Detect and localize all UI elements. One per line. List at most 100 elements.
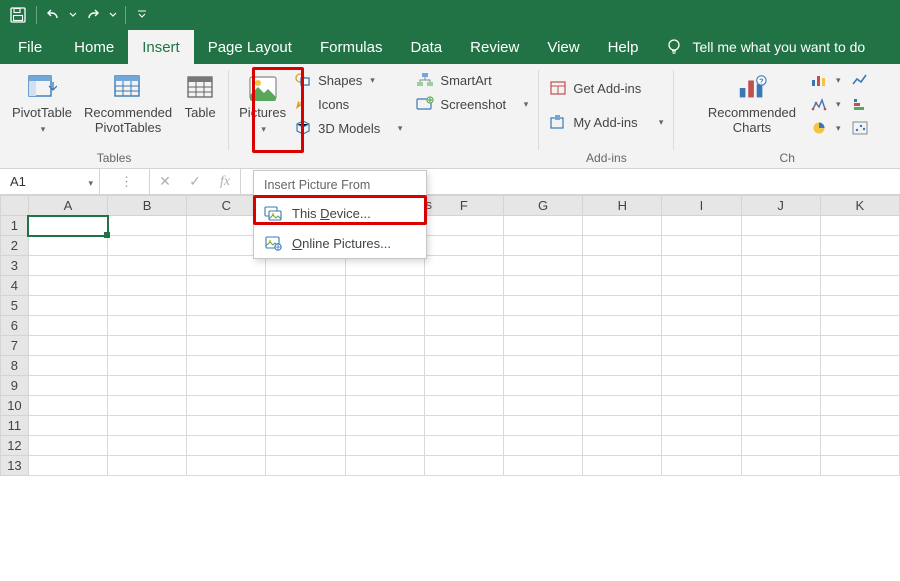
- cell[interactable]: [424, 376, 503, 396]
- cell[interactable]: [820, 436, 899, 456]
- qat-customize-button[interactable]: [130, 3, 154, 27]
- column-header[interactable]: H: [583, 196, 662, 216]
- cell[interactable]: [820, 376, 899, 396]
- cell[interactable]: [583, 216, 662, 236]
- cell[interactable]: [583, 276, 662, 296]
- chart-scatter-button[interactable]: [849, 118, 871, 138]
- column-header[interactable]: A: [28, 196, 107, 216]
- cell[interactable]: [424, 456, 503, 476]
- this-device-item[interactable]: This Device...: [254, 198, 426, 228]
- row-header[interactable]: 5: [1, 296, 29, 316]
- cell[interactable]: [820, 316, 899, 336]
- cell[interactable]: [108, 456, 187, 476]
- cell[interactable]: [662, 236, 741, 256]
- cell[interactable]: [820, 356, 899, 376]
- cell[interactable]: [266, 436, 345, 456]
- cell[interactable]: [266, 356, 345, 376]
- cell[interactable]: [28, 256, 107, 276]
- cell[interactable]: [820, 236, 899, 256]
- cell[interactable]: [662, 336, 741, 356]
- worksheet-grid[interactable]: ABCDEFGHIJK12345678910111213: [0, 195, 900, 476]
- cell[interactable]: [424, 256, 503, 276]
- cell[interactable]: [28, 456, 107, 476]
- cell[interactable]: [583, 436, 662, 456]
- cell[interactable]: [504, 356, 583, 376]
- row-header[interactable]: 8: [1, 356, 29, 376]
- tab-formulas[interactable]: Formulas: [306, 30, 397, 64]
- cell[interactable]: [504, 236, 583, 256]
- cell[interactable]: [108, 316, 187, 336]
- online-pictures-item[interactable]: Online Pictures...: [254, 228, 426, 258]
- cell[interactable]: [345, 416, 424, 436]
- cell[interactable]: [424, 336, 503, 356]
- cell[interactable]: [583, 236, 662, 256]
- cell[interactable]: [424, 416, 503, 436]
- cell[interactable]: [504, 276, 583, 296]
- cell[interactable]: [187, 316, 266, 336]
- get-addins-button[interactable]: Get Add-ins: [547, 78, 665, 98]
- row-header[interactable]: 1: [1, 216, 29, 236]
- redo-dropdown-icon[interactable]: [107, 3, 119, 27]
- cell[interactable]: [345, 316, 424, 336]
- cell[interactable]: [187, 416, 266, 436]
- cell[interactable]: [28, 436, 107, 456]
- row-header[interactable]: 9: [1, 376, 29, 396]
- cell[interactable]: [266, 376, 345, 396]
- cancel-formula-button[interactable]: ✕: [150, 173, 180, 190]
- column-header[interactable]: G: [504, 196, 583, 216]
- cell[interactable]: [820, 216, 899, 236]
- cell[interactable]: [741, 336, 820, 356]
- cell[interactable]: [662, 216, 741, 236]
- cell[interactable]: [662, 436, 741, 456]
- cell[interactable]: [187, 436, 266, 456]
- cell[interactable]: [108, 296, 187, 316]
- row-header[interactable]: 3: [1, 256, 29, 276]
- cell[interactable]: [424, 396, 503, 416]
- cell[interactable]: [741, 396, 820, 416]
- redo-button[interactable]: [81, 3, 105, 27]
- pictures-button[interactable]: Pictures▾: [235, 68, 290, 140]
- name-box[interactable]: A1 ▾: [0, 169, 100, 194]
- cell[interactable]: [820, 416, 899, 436]
- tab-review[interactable]: Review: [456, 30, 533, 64]
- cell[interactable]: [28, 316, 107, 336]
- cell[interactable]: [583, 256, 662, 276]
- cell[interactable]: [504, 436, 583, 456]
- save-button[interactable]: [6, 3, 30, 27]
- row-header[interactable]: 11: [1, 416, 29, 436]
- cell[interactable]: [583, 336, 662, 356]
- my-addins-button[interactable]: My Add-ins ▾: [547, 112, 665, 132]
- cell[interactable]: [187, 356, 266, 376]
- cell[interactable]: [741, 436, 820, 456]
- cell[interactable]: [424, 236, 503, 256]
- chart-pie-button[interactable]: ▾: [808, 118, 843, 138]
- cell[interactable]: [820, 396, 899, 416]
- cell[interactable]: [820, 456, 899, 476]
- cell[interactable]: [424, 296, 503, 316]
- cell[interactable]: [28, 276, 107, 296]
- cell[interactable]: [504, 316, 583, 336]
- cell[interactable]: [266, 396, 345, 416]
- cell[interactable]: [583, 396, 662, 416]
- cell[interactable]: [345, 276, 424, 296]
- chart-bar-button[interactable]: ▾: [808, 70, 843, 90]
- cell[interactable]: [662, 256, 741, 276]
- chevron-down-icon[interactable]: ▾: [88, 178, 99, 188]
- cell[interactable]: [820, 256, 899, 276]
- cell[interactable]: [108, 356, 187, 376]
- cell[interactable]: [583, 416, 662, 436]
- recommended-pivottables-button[interactable]: Recommended PivotTables: [78, 68, 178, 140]
- tab-home[interactable]: Home: [60, 30, 128, 64]
- cell[interactable]: [583, 356, 662, 376]
- cell[interactable]: [187, 296, 266, 316]
- cell[interactable]: [662, 356, 741, 376]
- cell[interactable]: [504, 216, 583, 236]
- cell[interactable]: [583, 376, 662, 396]
- cell[interactable]: [741, 276, 820, 296]
- cell[interactable]: [187, 276, 266, 296]
- cell[interactable]: [424, 216, 503, 236]
- tab-data[interactable]: Data: [396, 30, 456, 64]
- cell[interactable]: [28, 416, 107, 436]
- cell[interactable]: [504, 336, 583, 356]
- cell[interactable]: [741, 376, 820, 396]
